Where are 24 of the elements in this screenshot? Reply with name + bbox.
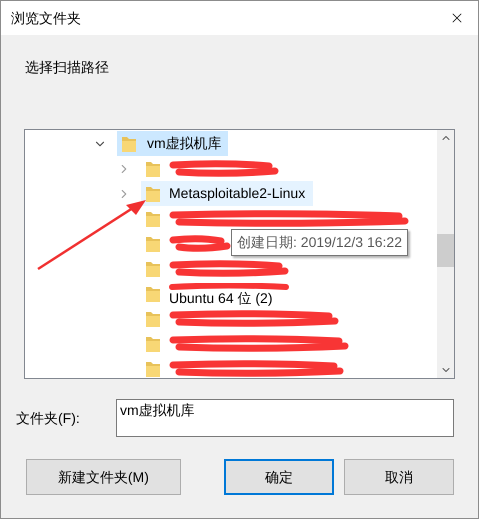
prompt-text: 选择扫描路径 [25, 58, 109, 77]
tooltip: 创建日期: 2019/12/3 16:22 [231, 229, 408, 256]
folder-icon [145, 234, 161, 252]
tree-item[interactable]: Ubuntu 64 位 (2) [141, 281, 297, 306]
tree-item[interactable]: Metasploitable2-Linux [141, 181, 314, 206]
folder-icon [145, 360, 161, 378]
redaction-scribble [169, 234, 231, 252]
folder-icon [145, 284, 161, 302]
dialog-button[interactable]: 取消 [344, 459, 454, 495]
folder-label: 文件夹(F): [16, 408, 81, 428]
window-title: 浏览文件夹 [11, 8, 81, 28]
folder-icon [145, 260, 161, 278]
tree-item[interactable]: vm虚拟机库 [117, 131, 228, 156]
folder-icon [145, 160, 161, 178]
folder-icon [145, 210, 161, 228]
folder-icon [145, 184, 161, 202]
folder-icon [145, 310, 161, 328]
folder-field[interactable]: vm虚拟机库 [116, 399, 454, 437]
dialog-button[interactable]: 新建文件夹(M) [26, 459, 181, 495]
scrollbar-thumb[interactable] [437, 234, 454, 267]
folder-icon [121, 134, 137, 152]
dialog-button[interactable]: 确定 [224, 459, 334, 495]
scrollbar[interactable] [437, 130, 454, 378]
folder-icon [145, 334, 161, 352]
